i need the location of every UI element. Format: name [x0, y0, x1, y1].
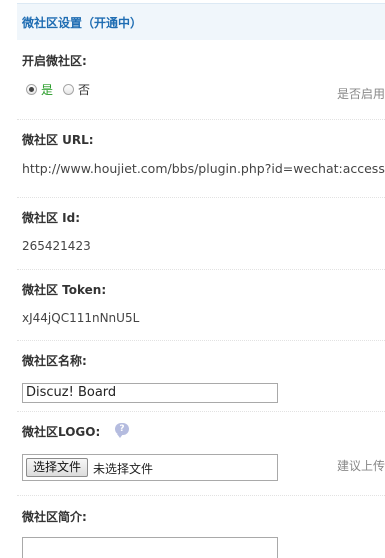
separator: [17, 495, 385, 496]
separator: [17, 197, 385, 198]
file-status-text: 未选择文件: [93, 462, 154, 476]
enable-hint: 是否启用: [337, 87, 385, 101]
choose-file-button[interactable]: 选择文件: [26, 458, 89, 477]
enable-radio-group: 是否: [26, 81, 100, 97]
separator: [17, 269, 385, 270]
enable-no-radio[interactable]: [63, 84, 75, 95]
separator: [17, 411, 385, 412]
enable-label: 开启微社区:: [22, 54, 87, 68]
logo-file-field: 选择文件 未选择文件: [22, 454, 278, 481]
token-value: xJ44jQC111nNnU5L: [22, 311, 140, 325]
separator: [17, 340, 385, 341]
url-value: http://www.houjiet.com/bbs/plugin.php?id…: [22, 161, 385, 176]
name-input[interactable]: Discuz! Board: [22, 383, 278, 403]
enable-yes-label[interactable]: 是: [41, 81, 53, 98]
intro-label: 微社区简介:: [22, 510, 87, 524]
separator: [17, 119, 385, 120]
enable-no-label[interactable]: 否: [78, 81, 90, 98]
logo-hint: 建议上传: [337, 459, 385, 473]
section-header: 微社区设置（开通中）: [17, 3, 385, 40]
site-id-label: 微社区 Id:: [22, 211, 81, 225]
token-label: 微社区 Token:: [22, 283, 107, 297]
logo-label: 微社区LOGO:: [22, 425, 101, 439]
enable-yes-radio[interactable]: [26, 84, 37, 95]
name-label: 微社区名称:: [22, 354, 87, 368]
url-label: 微社区 URL:: [22, 133, 94, 147]
question-bubble-icon[interactable]: ?: [115, 423, 129, 438]
intro-textarea[interactable]: [22, 537, 278, 558]
settings-pane: 微社区设置（开通中） 开启微社区: 是否 是否启用 微社区 URL: http:…: [17, 0, 385, 558]
section-title: 微社区设置（开通中）: [22, 16, 143, 30]
site-id-value: 265421423: [22, 239, 91, 253]
